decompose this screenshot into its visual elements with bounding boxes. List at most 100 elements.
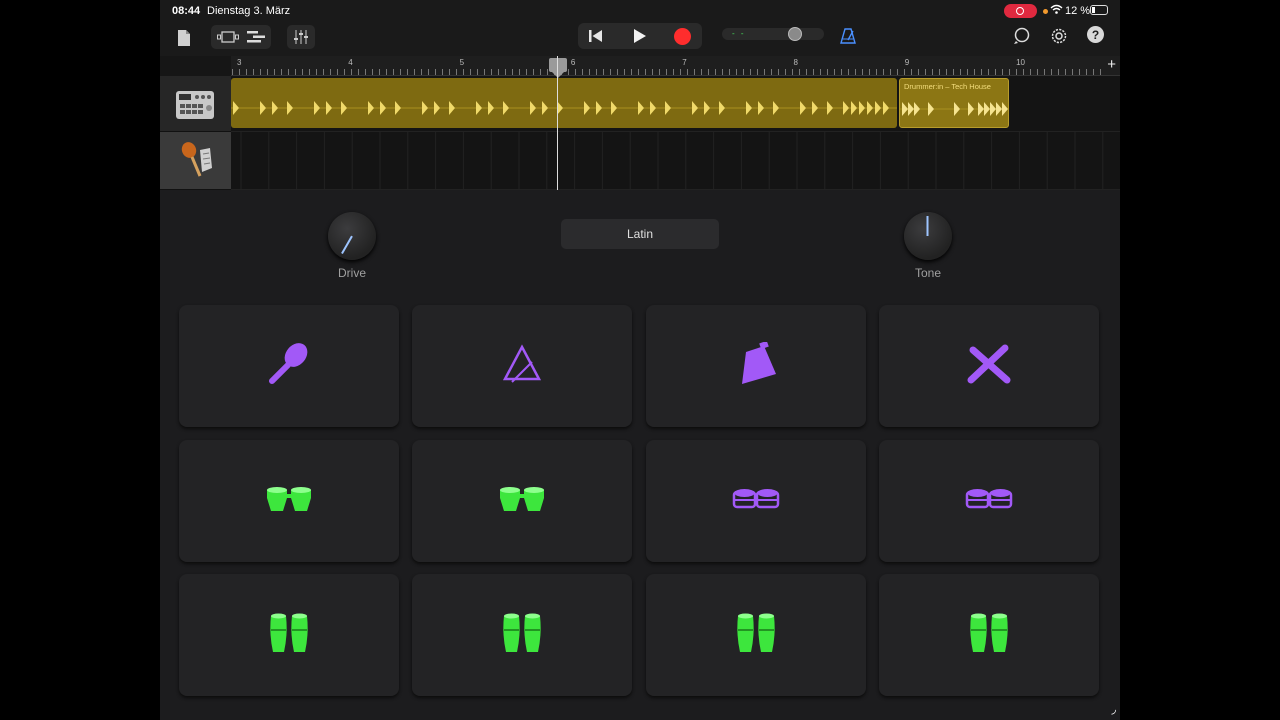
region-hit [584,101,590,115]
drum-pad-congas[interactable] [179,574,399,696]
track-lane-drum-machine[interactable]: Drummer:in – Tech House [231,76,1120,132]
drum-pad-bongos[interactable] [179,440,399,562]
status-time: 08:44 [172,5,201,17]
ruler-tick [1002,69,1003,75]
tracks-area: + 3 4 5 6 7 8 9 10 Drummer:in – Tech Hou… [160,56,1120,190]
metronome-icon [840,28,856,44]
master-volume-slider[interactable]: - - [722,27,824,41]
region-hit [1002,102,1008,116]
ruler-tick [407,69,408,75]
drummer-region-2[interactable]: Drummer:in – Tech House [899,78,1009,128]
wifi-icon [1050,4,1063,18]
drum-pad-bongos[interactable] [412,440,632,562]
ruler-tick [575,69,576,75]
congas-icon [501,612,543,659]
ruler-tick [596,69,597,75]
ruler-tick [792,69,793,75]
drummer-region-1[interactable] [231,78,897,128]
ruler-tick [722,69,723,75]
track-lane-percussion[interactable] [231,132,1120,190]
help-button[interactable]: ? [1087,26,1104,43]
tone-knob[interactable] [904,212,952,260]
region-hit [692,101,698,115]
ruler-tick [1100,69,1101,75]
ruler-tick [400,69,401,75]
region-hit [996,102,1002,116]
ruler-tick [652,69,653,75]
ruler-tick [687,69,688,75]
ruler-tick [414,69,415,75]
ruler-tick [1051,69,1052,75]
ruler-tick [288,69,289,75]
region-hit [530,101,536,115]
timbales-icon [732,487,780,516]
region-hit [827,101,833,115]
ruler-tick [239,69,240,75]
play-button[interactable] [630,27,648,45]
loop-browser-button[interactable] [1012,26,1032,46]
ruler-tick [449,69,450,75]
drum-pad-maraca[interactable] [179,305,399,427]
region-hit [978,102,984,116]
ruler-tick [330,69,331,75]
ruler-bar-number: 8 [793,58,798,67]
region-hit [773,101,779,115]
settings-button[interactable] [1049,26,1069,46]
region-hit [542,101,548,115]
ruler-tick [778,69,779,75]
drum-pad-timbales[interactable] [879,440,1099,562]
region-hit [883,101,889,115]
my-songs-button[interactable] [174,26,194,50]
tracks-view-icon[interactable] [247,31,265,43]
screen-recording-icon[interactable] [1004,4,1037,18]
region-hit [326,101,332,115]
track-header-drum-machine[interactable] [160,76,231,132]
ruler-tick [232,69,233,75]
metronome-button[interactable] [838,26,858,46]
ruler-tick [827,69,828,75]
drum-pad-claves[interactable] [879,305,1099,427]
preset-selector[interactable]: Latin [561,219,719,249]
ruler-tick [547,69,548,75]
ruler-tick [610,69,611,75]
preset-label: Latin [626,227,654,241]
drive-knob[interactable] [328,212,376,260]
ruler-tick [498,69,499,75]
region-hit [395,101,401,115]
ruler-tick [463,69,464,75]
status-date: Dienstag 3. März [207,5,291,17]
timeline-ruler[interactable]: + 3 4 5 6 7 8 9 10 [231,56,1120,76]
ruler-tick [1037,69,1038,75]
mixer-button[interactable] [287,25,315,49]
playhead[interactable] [557,56,558,190]
drum-pad-cowbell[interactable] [646,305,866,427]
track-header-percussion[interactable] [160,132,231,190]
ruler-tick [834,69,835,75]
playhead-handle[interactable] [549,58,567,78]
drum-pad-congas[interactable] [879,574,1099,696]
instrument-view-icon[interactable] [217,31,239,43]
ruler-tick [477,69,478,75]
drum-pad-congas[interactable] [646,574,866,696]
drum-pad-triangle[interactable] [412,305,632,427]
region-hit [968,102,974,116]
region-hit [503,101,509,115]
region-hit [368,101,374,115]
ruler-tick [932,69,933,75]
drum-pad-timbales[interactable] [646,440,866,562]
triangle-icon [502,343,542,389]
ruler-tick [617,69,618,75]
ruler-tick [274,69,275,75]
region-hit [914,102,920,116]
volume-knob[interactable] [788,27,802,41]
add-section-button[interactable]: + [1107,56,1116,73]
gear-icon [1051,28,1067,44]
go-to-start-button[interactable] [586,27,606,45]
ruler-tick [365,69,366,75]
ruler-tick [708,69,709,75]
record-button[interactable] [674,28,691,45]
drum-pad-congas[interactable] [412,574,632,696]
ruler-bar-number: 9 [904,58,910,67]
drum-machine-icon [176,91,214,119]
ruler-tick [491,69,492,75]
